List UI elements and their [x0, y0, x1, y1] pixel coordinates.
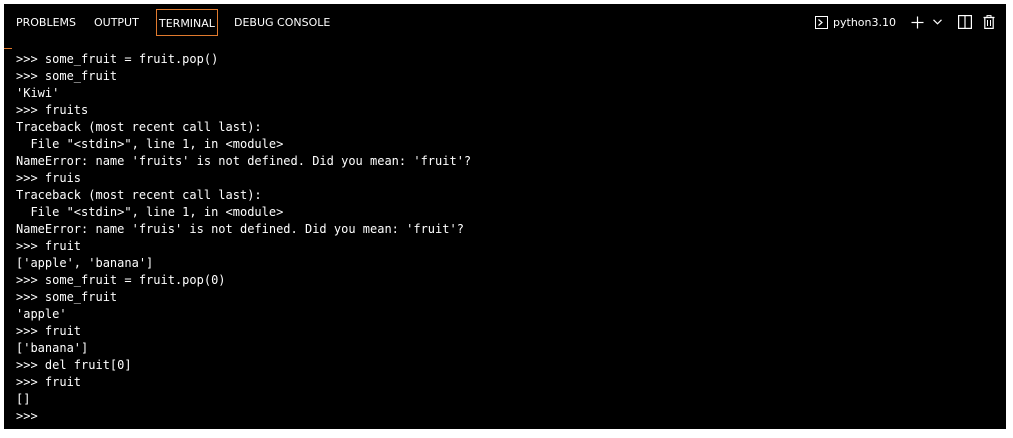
terminal-line: >>> fruit — [16, 375, 82, 389]
panel-tab-bar: PROBLEMS OUTPUT TERMINAL DEBUG CONSOLE p… — [4, 4, 1006, 42]
terminal-output[interactable]: >>> some_fruit = fruit.pop() >>> some_fru… — [16, 51, 998, 425]
terminal-prompt-icon — [815, 15, 829, 29]
new-terminal-button[interactable] — [908, 12, 926, 32]
plus-icon — [911, 16, 924, 29]
terminal-line: >>> del fruit[0] — [16, 358, 132, 372]
tab-terminal[interactable]: TERMINAL — [156, 9, 218, 36]
tab-output[interactable]: OUTPUT — [94, 9, 139, 36]
terminal-actions: python3.10 — [815, 11, 998, 33]
terminal-line: 'Kiwi' — [16, 86, 60, 100]
tab-debug-console[interactable]: DEBUG CONSOLE — [234, 9, 330, 36]
terminal-line: >>> some_fruit — [16, 69, 118, 83]
terminal-line: File "<stdin>", line 1, in <module> — [16, 205, 284, 219]
terminal-line: >>> some_fruit = fruit.pop() — [16, 52, 219, 66]
chevron-down-icon — [932, 19, 942, 25]
terminal-panel: PROBLEMS OUTPUT TERMINAL DEBUG CONSOLE p… — [4, 4, 1006, 429]
terminal-line: Traceback (most recent call last): — [16, 188, 262, 202]
terminal-line: >>> fruits — [16, 103, 89, 117]
terminal-line: >>> fruit — [16, 324, 82, 338]
tab-problems[interactable]: PROBLEMS — [16, 9, 76, 36]
kill-terminal-button[interactable] — [980, 12, 998, 32]
terminal-selector[interactable]: python3.10 — [815, 12, 896, 32]
terminal-line: Traceback (most recent call last): — [16, 120, 262, 134]
trash-icon — [983, 15, 995, 29]
terminal-line: >>> some_fruit — [16, 290, 118, 304]
terminal-line: ['apple', 'banana'] — [16, 256, 154, 270]
terminal-line: >>> some_fruit = fruit.pop(0) — [16, 273, 226, 287]
split-terminal-button[interactable] — [956, 12, 974, 32]
split-terminal-icon — [958, 15, 972, 29]
terminal-line: ['banana'] — [16, 341, 89, 355]
terminal-line: >>> — [16, 409, 38, 423]
terminal-dropdown-button[interactable] — [932, 12, 942, 32]
terminal-line: >>> fruit — [16, 239, 82, 253]
terminal-line: 'apple' — [16, 307, 67, 321]
terminal-line: >>> fruis — [16, 171, 82, 185]
terminal-line: File "<stdin>", line 1, in <module> — [16, 137, 284, 151]
terminal-line: NameError: name 'fruits' is not defined.… — [16, 154, 472, 168]
terminal-selector-label: python3.10 — [833, 15, 896, 29]
terminal-line: NameError: name 'fruis' is not defined. … — [16, 222, 464, 236]
terminal-line: [] — [16, 392, 31, 406]
panel-focus-indicator — [4, 48, 12, 49]
